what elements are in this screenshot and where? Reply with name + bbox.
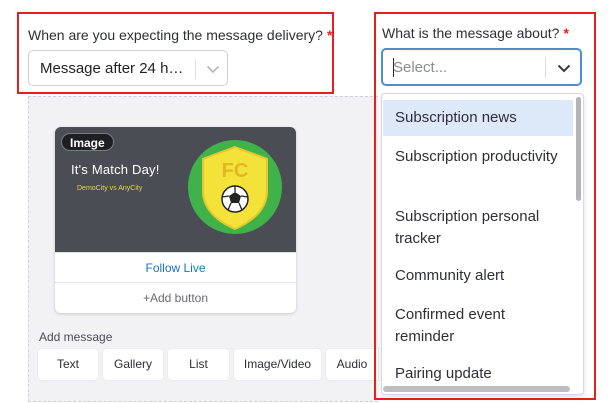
add-button[interactable]: +Add button (55, 282, 296, 313)
horizontal-scrollbar[interactable] (383, 386, 570, 392)
select-separator (195, 59, 196, 79)
card-headline: It's Match Day! (71, 162, 160, 177)
option-subscription-productivity[interactable]: Subscription productivity (383, 146, 573, 190)
vertical-scrollbar[interactable] (576, 97, 581, 201)
delivery-select[interactable]: Message after 24 hours (28, 50, 228, 86)
card-image: Image It's Match Day! DemoCity vs AnyCit… (55, 127, 296, 252)
image-badge: Image (61, 133, 114, 151)
option-community-alert[interactable]: Community alert (383, 265, 573, 287)
add-audio-button[interactable]: Audio (326, 349, 378, 380)
add-text-button[interactable]: Text (38, 349, 98, 380)
logo-text: FC (222, 160, 249, 182)
soccer-ball-icon: FC (188, 140, 282, 234)
option-confirmed-event-reminder[interactable]: Confirmed event reminder (383, 304, 573, 348)
chevron-down-icon[interactable] (554, 58, 574, 78)
select-separator (545, 57, 546, 78)
topic-label: What is the message about? * (382, 25, 569, 41)
follow-live-button[interactable]: Follow Live (55, 252, 296, 282)
required-mark: * (326, 27, 333, 43)
chevron-down-icon[interactable] (203, 59, 223, 79)
option-subscription-personal-tracker[interactable]: Subscription personal tracker (383, 206, 573, 250)
option-pairing-update[interactable]: Pairing update (383, 363, 573, 385)
topic-select[interactable]: Select... (381, 48, 582, 86)
option-subscription-news[interactable]: Subscription news (383, 100, 573, 136)
delivery-label: When are you expecting the message deliv… (28, 27, 333, 43)
topic-options-menu: Subscription news Subscription productiv… (381, 93, 584, 395)
delivery-field-highlight: When are you expecting the message deliv… (17, 12, 334, 94)
add-message-label: Add message (39, 330, 113, 344)
card-subline: DemoCity vs AnyCity (77, 185, 143, 192)
add-gallery-button[interactable]: Gallery (103, 349, 163, 380)
delivery-selected-value: Message after 24 hours (40, 60, 185, 77)
add-image-video-button[interactable]: Image/Video (234, 349, 321, 380)
required-mark: * (563, 25, 569, 41)
add-list-button[interactable]: List (168, 349, 229, 380)
text-caret (393, 58, 394, 77)
topic-placeholder: Select... (393, 59, 448, 76)
image-card[interactable]: Image It's Match Day! DemoCity vs AnyCit… (55, 127, 296, 313)
